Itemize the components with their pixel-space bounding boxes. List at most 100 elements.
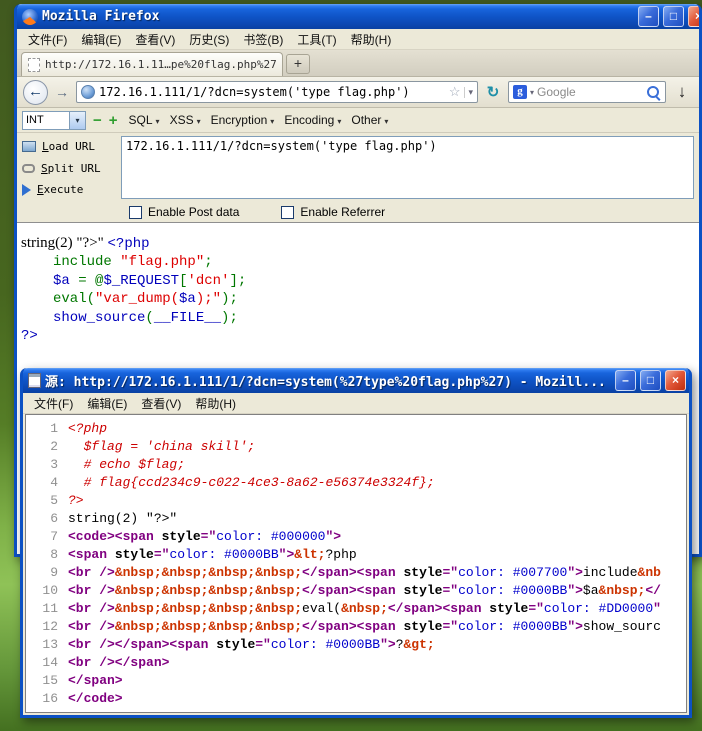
menu--f-[interactable]: 文件(F)	[21, 29, 74, 50]
referrer-checkbox[interactable]	[281, 205, 295, 219]
source-window-title: 源: http://172.16.1.111/1/?dcn=system(%27…	[45, 375, 606, 390]
source-line: 6 string(2) "?>"	[26, 510, 686, 528]
source-line: 2 $flag = 'china skill';	[26, 438, 686, 456]
source-menu--v-[interactable]: 查看(V)	[134, 393, 188, 414]
menu--t-[interactable]: 工具(T)	[290, 29, 343, 50]
post-data-checkbox[interactable]	[129, 205, 142, 219]
hackbar-mode-select[interactable]: INT ▾	[22, 110, 86, 130]
line-number: 2	[50, 439, 58, 454]
source-menu--h-[interactable]: 帮助(H)	[188, 393, 243, 414]
hackbar-menus: SQLXSSEncryptionEncodingOther	[125, 111, 393, 129]
referrer-option[interactable]: Enable Referrer	[281, 205, 385, 219]
source-line: 7 <code><span style =" color: #000000 ">	[26, 528, 686, 546]
line-number: 15	[42, 673, 58, 688]
url-dropdown-icon[interactable]: ▾	[464, 86, 473, 98]
search-input[interactable]: Google	[537, 85, 643, 99]
menu--e-[interactable]: 编辑(E)	[74, 29, 128, 50]
new-tab-button[interactable]: +	[286, 54, 310, 74]
line-number: 9	[50, 565, 58, 580]
google-favicon-icon: g	[513, 85, 527, 99]
php-output-line: include "flag.php";	[53, 254, 213, 271]
line-number: 1	[50, 421, 58, 436]
source-line: 4 # flag{ccd234c9-c022-4ce3-8a62-e56374e…	[26, 474, 686, 492]
hackbar-action-load-url[interactable]: Load URL	[22, 137, 116, 156]
source-menubar: 文件(F) 编辑(E) 查看(V) 帮助(H)	[23, 393, 689, 414]
maximize-button[interactable]: □	[663, 6, 684, 27]
hackbar-url-textarea[interactable]: 172.16.1.111/1/?dcn=system('type flag.ph…	[121, 136, 694, 199]
post-data-label: Enable Post data	[148, 205, 240, 219]
hackbar-action-split-url[interactable]: Split URL	[22, 159, 116, 178]
source-line: 3 # echo $flag;	[26, 456, 686, 474]
hackbar-menu-sql[interactable]: SQL	[125, 111, 164, 129]
source-menu--e-[interactable]: 编辑(E)	[80, 393, 134, 414]
firefox-menubar: 文件(F) 编辑(E) 查看(V) 历史(S) 书签(B) 工具(T) 帮助(H)	[17, 29, 699, 50]
firefox-icon	[22, 8, 38, 25]
line-number: 6	[50, 511, 58, 526]
hackbar-collapse-icon[interactable]: −	[93, 112, 102, 129]
source-line: 16 </code>	[26, 690, 686, 708]
hackbar-action-label: Load URL	[42, 139, 95, 153]
line-number: 8	[50, 547, 58, 562]
source-minimize-button[interactable]: –	[615, 370, 636, 391]
hackbar-menu-encoding[interactable]: Encoding	[280, 111, 345, 129]
hackbar-menu-xss[interactable]: XSS	[166, 111, 205, 129]
php-output-line: $a = @$_REQUEST['dcn'];	[53, 272, 247, 289]
source-line: 10 <br /> &nbsp;&nbsp;&nbsp;&nbsp; </span><…	[26, 582, 686, 600]
hackbar-options-row: Enable Post data Enable Referrer	[17, 202, 699, 223]
search-box[interactable]: g ▾ Google	[508, 81, 666, 103]
hackbar-menu-other[interactable]: Other	[347, 111, 392, 129]
line-number: 16	[42, 691, 58, 706]
hackbar-actions: Load URL Split URL Execute	[22, 136, 116, 199]
search-icon[interactable]	[646, 85, 661, 100]
download-arrow-icon[interactable]: ↓	[671, 82, 693, 102]
tabstrip: http://172.16.1.11…pe%20flag.php%27) +	[17, 50, 699, 77]
url-bar[interactable]: 172.16.1.111/1/?dcn=system('type flag.ph…	[76, 81, 478, 103]
firefox-window-title: Mozilla Firefox	[42, 9, 160, 24]
post-data-option[interactable]: Enable Post data	[129, 205, 239, 219]
source-menu--f-[interactable]: 文件(F)	[27, 393, 80, 414]
php-output-line: string(2) "?>" <?php	[21, 235, 150, 252]
view-source-window: 源: http://172.16.1.111/1/?dcn=system(%27…	[20, 368, 692, 718]
menu--s-[interactable]: 历史(S)	[182, 29, 236, 50]
source-maximize-button[interactable]: □	[640, 370, 661, 391]
hackbar-action-label: Split URL	[41, 161, 101, 175]
hackbar-menu-encryption[interactable]: Encryption	[207, 111, 279, 129]
source-titlebar[interactable]: 源: http://172.16.1.111/1/?dcn=system(%27…	[23, 368, 689, 393]
navigation-toolbar: ← → 172.16.1.111/1/?dcn=system('type fla…	[17, 77, 699, 108]
line-number: 5	[50, 493, 58, 508]
search-engine-dropdown-icon[interactable]: ▾	[530, 88, 534, 97]
menu--h-[interactable]: 帮助(H)	[344, 29, 399, 50]
source-line: 9 <br /> &nbsp;&nbsp;&nbsp;&nbsp; </span><s…	[26, 564, 686, 582]
referrer-label: Enable Referrer	[300, 205, 386, 219]
back-button[interactable]: ←	[23, 79, 48, 105]
hackbar-action-execute[interactable]: Execute	[22, 180, 116, 199]
line-number: 4	[50, 475, 58, 490]
reload-button[interactable]: ↻	[483, 83, 503, 101]
source-line: 5 ?>	[26, 492, 686, 510]
menu--v-[interactable]: 查看(V)	[128, 29, 182, 50]
active-tab[interactable]: http://172.16.1.11…pe%20flag.php%27)	[21, 52, 283, 76]
source-line: 1 <?php	[26, 420, 686, 438]
url-input[interactable]: 172.16.1.111/1/?dcn=system('type flag.ph…	[99, 85, 445, 99]
hackbar-add-icon[interactable]: +	[109, 112, 118, 129]
line-number: 12	[42, 619, 58, 634]
forward-button[interactable]: →	[53, 84, 71, 100]
firefox-titlebar[interactable]: Mozilla Firefox – □ ×	[17, 4, 699, 29]
minimize-button[interactable]: –	[638, 6, 659, 27]
xp-desktop: { "firefox": { "title": "Mozilla Firefox…	[0, 0, 702, 731]
load-url-icon	[22, 140, 36, 152]
source-code: 1 <?php 2 $flag = 'china skill'; 3 # echo $…	[25, 414, 687, 713]
execute-arrow-icon	[22, 183, 31, 196]
close-button[interactable]: ×	[688, 6, 699, 27]
mode-select-value: INT	[26, 114, 44, 126]
line-number: 13	[42, 637, 58, 652]
split-url-chain-icon	[22, 163, 35, 173]
source-close-button[interactable]: ×	[665, 370, 686, 391]
menu--b-[interactable]: 书签(B)	[236, 29, 290, 50]
source-line: 13 <br /></span><span style =" color: #0000…	[26, 636, 686, 654]
hackbar-toolbar: INT ▾ − + SQLXSSEncryptionEncodingOther	[17, 108, 699, 133]
line-number: 11	[42, 601, 58, 616]
bookmark-star-icon[interactable]: ☆	[449, 84, 461, 100]
source-line: 11 <br /> &nbsp;&nbsp;&nbsp;&nbsp; eval(&nb…	[26, 600, 686, 618]
source-line: 12 <br /> &nbsp;&nbsp;&nbsp;&nbsp; </span><…	[26, 618, 686, 636]
